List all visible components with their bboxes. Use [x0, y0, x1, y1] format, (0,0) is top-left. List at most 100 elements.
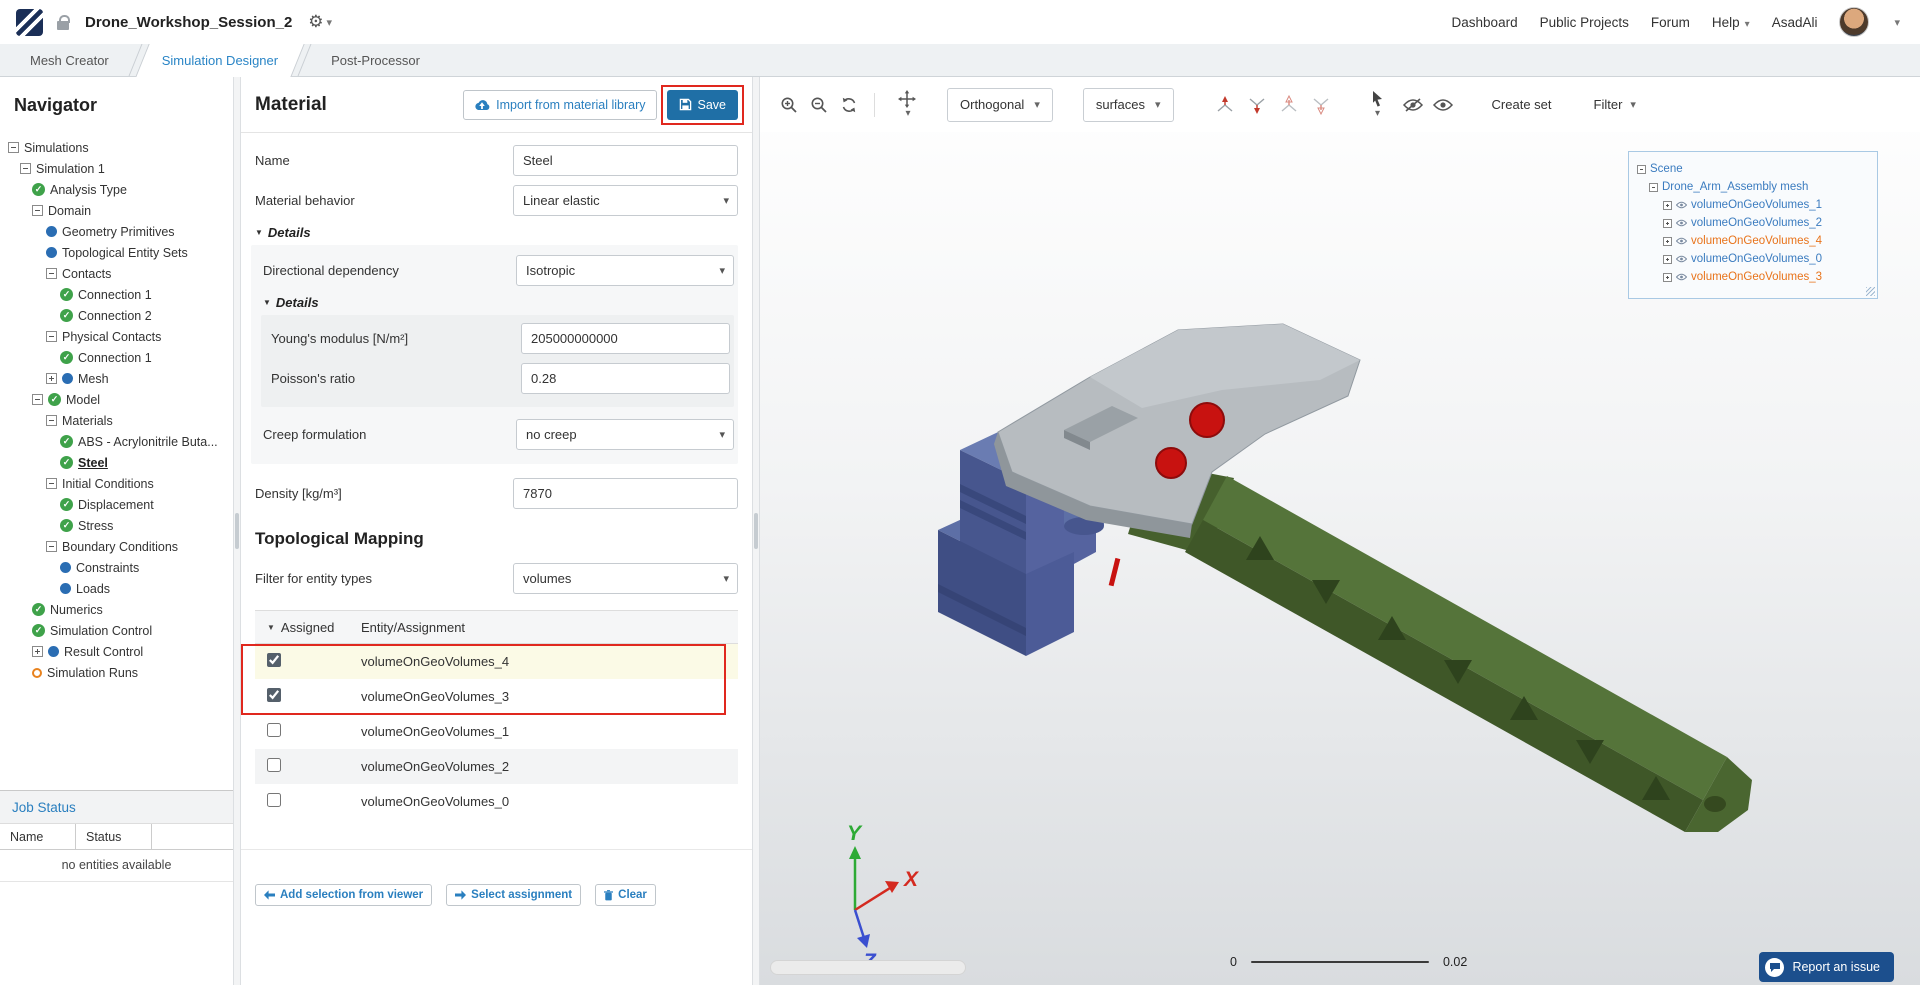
collapse-icon[interactable] [46, 415, 57, 426]
eye-icon[interactable] [1676, 255, 1687, 263]
tree-item-connection-2[interactable]: Connection 2 [0, 305, 233, 326]
expand-icon[interactable] [1663, 200, 1672, 210]
user-avatar[interactable] [1839, 7, 1870, 37]
reset-view-button[interactable] [834, 90, 864, 120]
clear-button[interactable]: Clear [595, 884, 656, 906]
expand-icon[interactable] [1663, 218, 1672, 228]
tree-item-materials[interactable]: Materials [0, 410, 233, 431]
tree-item-connection-1-physical[interactable]: Connection 1 [0, 347, 233, 368]
show-all-button[interactable] [1428, 90, 1458, 120]
zoom-in-button[interactable] [774, 90, 804, 120]
select-tool-button[interactable] [1356, 90, 1398, 120]
resize-handle[interactable] [754, 513, 758, 549]
tree-item-model[interactable]: Model [0, 389, 233, 410]
tree-item-simulations[interactable]: Simulations [0, 137, 233, 158]
collapse-icon[interactable] [1637, 164, 1646, 174]
youngs-modulus-input[interactable] [521, 323, 730, 354]
collapse-icon[interactable] [46, 478, 57, 489]
table-row-volume-1[interactable]: volumeOnGeoVolumes_1 [255, 714, 738, 749]
scene-item-volume-3[interactable]: volumeOnGeoVolumes_3 [1637, 268, 1869, 286]
tab-post-processor[interactable]: Post-Processor [307, 44, 444, 76]
eye-icon[interactable] [1676, 273, 1687, 281]
scene-item-volume-4[interactable]: volumeOnGeoVolumes_4 [1637, 232, 1869, 250]
import-material-library-button[interactable]: Import from material library [463, 89, 657, 120]
directional-dependency-select[interactable]: Isotropic [516, 255, 734, 286]
orientation-preset-1-button[interactable] [1210, 90, 1240, 120]
row-checkbox[interactable] [267, 758, 281, 772]
tree-item-constraints[interactable]: Constraints [0, 557, 233, 578]
eye-icon[interactable] [1676, 237, 1687, 245]
tree-item-steel-material[interactable]: Steel [0, 452, 233, 473]
scene-tree-overlay[interactable]: Scene Drone_Arm_Assembly mesh volumeOnGe… [1628, 151, 1878, 299]
panel-resize-gutter[interactable] [752, 77, 760, 985]
eye-icon[interactable] [1676, 219, 1687, 227]
nav-username[interactable]: AsadAli [1772, 15, 1818, 30]
tree-item-result-control[interactable]: Result Control [0, 641, 233, 662]
tree-item-geometry-primitives[interactable]: Geometry Primitives [0, 221, 233, 242]
material-name-input[interactable] [513, 145, 738, 176]
save-button[interactable]: Save [666, 89, 738, 120]
select-assignment-button[interactable]: Select assignment [446, 884, 582, 906]
user-menu-caret-icon[interactable] [1891, 13, 1900, 31]
assignment-table-header[interactable]: Assigned Entity/Assignment [255, 611, 738, 644]
project-settings-button[interactable] [308, 12, 332, 32]
hide-selection-button[interactable] [1398, 90, 1428, 120]
table-row-volume-2[interactable]: volumeOnGeoVolumes_2 [255, 749, 738, 784]
nav-forum[interactable]: Forum [1651, 15, 1690, 30]
entity-type-filter-select[interactable]: volumes [513, 563, 738, 594]
tree-item-stress[interactable]: Stress [0, 515, 233, 536]
tree-item-topological-entity-sets[interactable]: Topological Entity Sets [0, 242, 233, 263]
tree-item-analysis-type[interactable]: Analysis Type [0, 179, 233, 200]
expand-icon[interactable] [46, 373, 57, 384]
poissons-ratio-input[interactable] [521, 363, 730, 394]
table-row-volume-0[interactable]: volumeOnGeoVolumes_0 [255, 784, 738, 819]
viewer-horizontal-scrollbar[interactable] [770, 960, 966, 975]
orientation-preset-4-button[interactable] [1306, 90, 1336, 120]
tree-item-connection-1-contacts[interactable]: Connection 1 [0, 284, 233, 305]
tab-simulation-designer[interactable]: Simulation Designer [138, 44, 302, 76]
scene-mesh[interactable]: Drone_Arm_Assembly mesh [1637, 178, 1869, 196]
tree-item-numerics[interactable]: Numerics [0, 599, 233, 620]
pan-tool-button[interactable] [885, 89, 929, 120]
details-section-toggle[interactable]: Details [255, 225, 738, 240]
assigned-column-header[interactable]: Assigned [255, 620, 361, 635]
tree-item-domain[interactable]: Domain [0, 200, 233, 221]
panel-resize-gutter[interactable] [233, 77, 241, 985]
orientation-preset-2-button[interactable] [1242, 90, 1272, 120]
row-checkbox[interactable] [267, 723, 281, 737]
table-row-volume-4[interactable]: volumeOnGeoVolumes_4 [255, 644, 738, 679]
tree-item-loads[interactable]: Loads [0, 578, 233, 599]
tree-item-mesh[interactable]: Mesh [0, 368, 233, 389]
tree-item-contacts[interactable]: Contacts [0, 263, 233, 284]
tab-mesh-creator[interactable]: Mesh Creator [6, 44, 133, 76]
eye-icon[interactable] [1676, 201, 1687, 209]
simscale-logo-icon[interactable] [16, 8, 43, 36]
collapse-icon[interactable] [20, 163, 31, 174]
inner-details-toggle[interactable]: Details [263, 295, 734, 310]
table-row-volume-3[interactable]: volumeOnGeoVolumes_3 [255, 679, 738, 714]
tree-item-displacement[interactable]: Displacement [0, 494, 233, 515]
zoom-out-button[interactable] [804, 90, 834, 120]
nav-dashboard[interactable]: Dashboard [1452, 15, 1518, 30]
add-selection-from-viewer-button[interactable]: Add selection from viewer [255, 884, 433, 906]
tree-item-simulation-1[interactable]: Simulation 1 [0, 158, 233, 179]
scene-root[interactable]: Scene [1637, 160, 1869, 178]
tree-item-initial-conditions[interactable]: Initial Conditions [0, 473, 233, 494]
creep-formulation-select[interactable]: no creep [516, 419, 734, 450]
model-part-green-arm[interactable] [1128, 462, 1752, 832]
filter-button[interactable]: Filter [1584, 88, 1646, 122]
resize-handle[interactable] [235, 513, 239, 549]
expand-icon[interactable] [32, 646, 43, 657]
collapse-icon[interactable] [46, 541, 57, 552]
tree-item-abs-material[interactable]: ABS - Acrylonitrile Buta... [0, 431, 233, 452]
scene-item-volume-2[interactable]: volumeOnGeoVolumes_2 [1637, 214, 1869, 232]
create-set-button[interactable]: Create set [1482, 88, 1562, 122]
orientation-preset-3-button[interactable] [1274, 90, 1304, 120]
material-behavior-select[interactable]: Linear elastic [513, 185, 738, 216]
row-checkbox[interactable] [267, 793, 281, 807]
collapse-icon[interactable] [32, 205, 43, 216]
row-checkbox[interactable] [267, 653, 281, 667]
collapse-icon[interactable] [1649, 182, 1658, 192]
scene-item-volume-0[interactable]: volumeOnGeoVolumes_0 [1637, 250, 1869, 268]
report-issue-button[interactable]: Report an issue [1759, 952, 1894, 982]
